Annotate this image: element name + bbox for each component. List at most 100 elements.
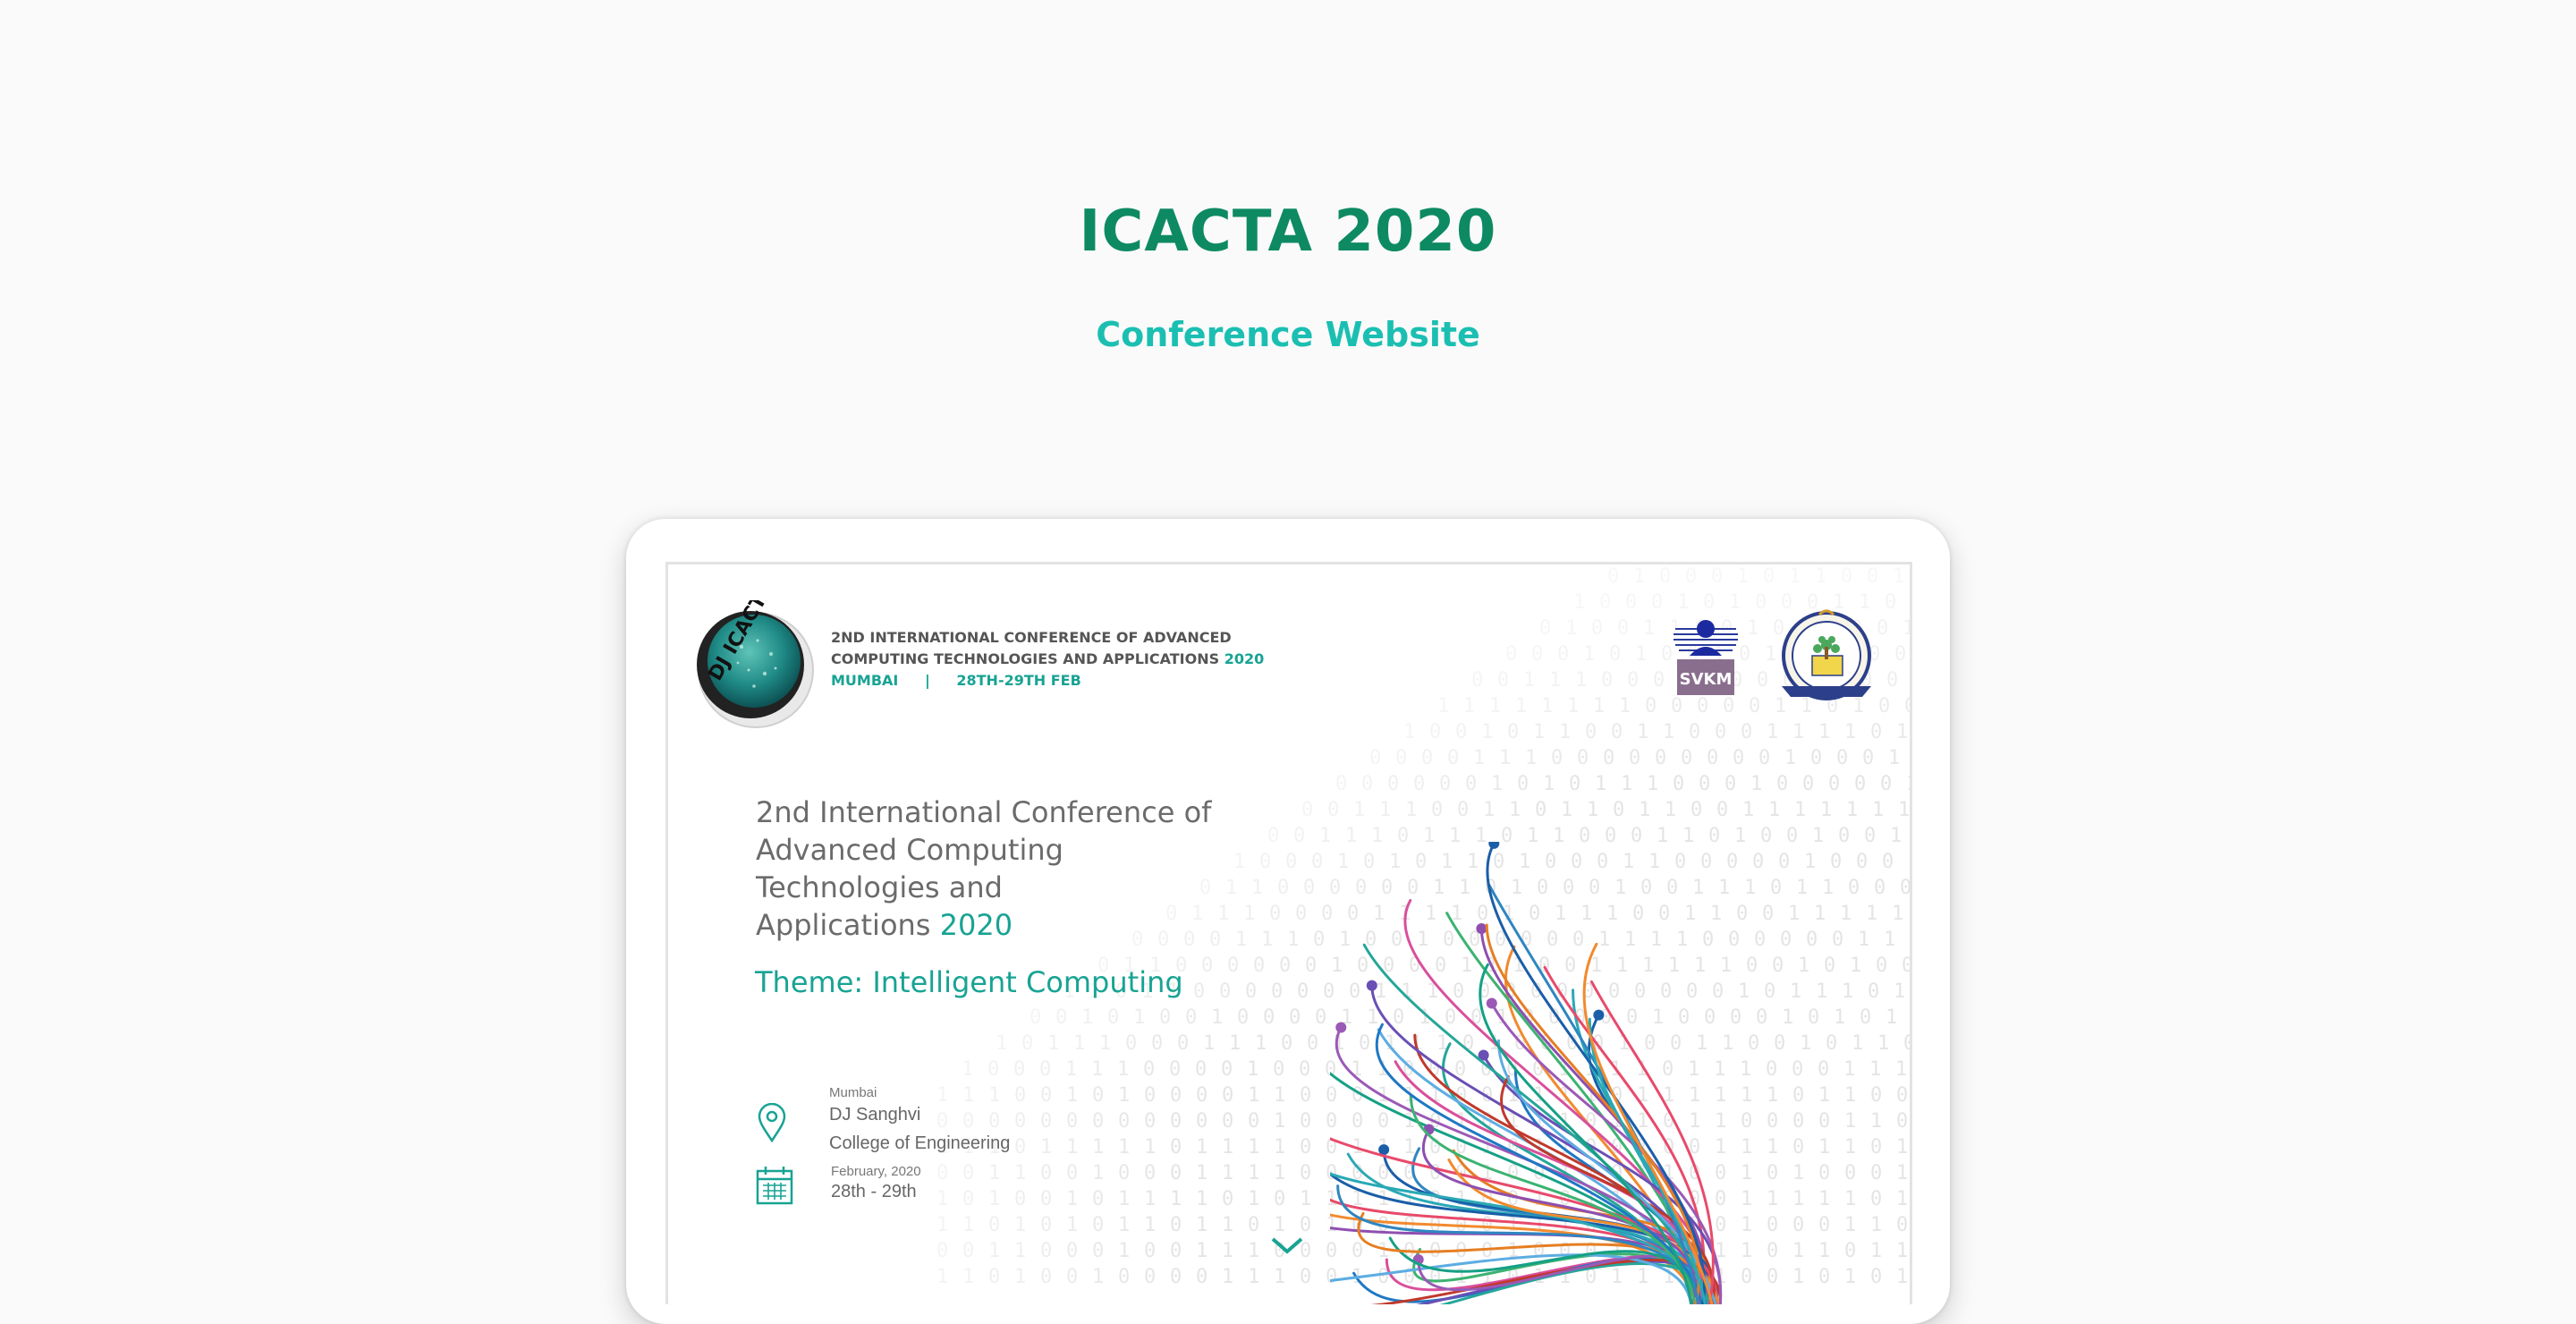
binary-digit: 0 [1267, 825, 1279, 847]
binary-digit: 1 [1118, 1188, 1130, 1210]
binary-digit: 1 [1499, 747, 1511, 769]
binary-digit: 1 [1768, 799, 1780, 821]
binary-digit: 0 [1651, 591, 1663, 614]
binary-digit: 1 [1248, 1240, 1259, 1262]
tree-node [1486, 997, 1497, 1009]
binary-digit: 1 [1405, 799, 1417, 821]
date-month: February, 2020 [831, 1164, 921, 1179]
binary-digit: 1 [1196, 1240, 1208, 1262]
binary-digit: 0 [1118, 1110, 1130, 1133]
binary-digit: 0 [1143, 1058, 1155, 1081]
binary-digit: 0 [1222, 1084, 1233, 1107]
binary-digit: 1 [1081, 1006, 1093, 1029]
binary-digit: 0 [1144, 1084, 1156, 1107]
binary-digit: 0 [1277, 877, 1289, 899]
binary-digit: 0 [1170, 1266, 1182, 1288]
binary-digit: 0 [1307, 1032, 1318, 1055]
binary-digit: 0 [1841, 565, 1852, 588]
binary-digit: 0 [1715, 721, 1726, 743]
binary-digit: 1 [1222, 1266, 1233, 1288]
binary-digit: 1 [962, 1266, 974, 1288]
binary-digit: 1 [1750, 773, 1762, 795]
binary-digit: 1 [1747, 617, 1758, 640]
binary-digit: 1 [1222, 1136, 1233, 1158]
binary-digit: 0 [1222, 1188, 1233, 1210]
binary-digit: 1 [1047, 1032, 1059, 1055]
binary-digit: 0 [1685, 565, 1697, 588]
binary-digit: 1 [1639, 799, 1650, 821]
header-separator: | [924, 672, 930, 689]
binary-digit: 1 [1073, 1032, 1085, 1055]
binary-digit: 0 [1741, 721, 1752, 743]
tree-node [1366, 980, 1377, 991]
binary-digit: 1 [1274, 1110, 1285, 1133]
binary-digit: 0 [1279, 955, 1291, 977]
binary-digit: 0 [1609, 643, 1621, 666]
binary-digit: 0 [1707, 747, 1718, 769]
binary-digit: 0 [1245, 980, 1257, 1003]
binary-digit: 0 [1421, 747, 1433, 769]
binary-digit: 1 [1274, 1084, 1285, 1107]
binary-digit: 0 [1854, 773, 1866, 795]
binary-digit: 0 [1170, 1240, 1182, 1262]
binary-digit: 1 [1261, 929, 1273, 951]
binary-digit: 0 [1196, 1110, 1208, 1133]
binary-digit: 0 [1253, 955, 1265, 977]
header-city: MUMBAI [831, 672, 899, 689]
dj-icacta-logo[interactable]: DJ ICACTA [686, 579, 820, 734]
binary-digit: 0 [1219, 980, 1231, 1003]
binary-digit: 0 [1274, 1188, 1285, 1210]
binary-digit: 0 [1263, 1006, 1275, 1029]
binary-digit: 1 [1543, 773, 1555, 795]
binary-digit: 1 [1481, 721, 1493, 743]
binary-digit: 1 [1575, 669, 1587, 692]
binary-digit: 1 [1902, 617, 1910, 640]
college-seal-logo[interactable] [1773, 609, 1889, 708]
binary-digit: 1 [1587, 799, 1598, 821]
binary-digit: 0 [1066, 1240, 1078, 1262]
scroll-down-chevron-icon[interactable] [1269, 1234, 1305, 1261]
binary-digit: 0 [1655, 747, 1666, 769]
binary-digit: 1 [1820, 799, 1832, 821]
binary-digit: 0 [1195, 1058, 1207, 1081]
binary-digit: 0 [1300, 1162, 1311, 1184]
binary-digit: 1 [1437, 695, 1449, 717]
binary-digit: 1 [1144, 1188, 1156, 1210]
binary-digit: 0 [1776, 773, 1788, 795]
binary-digit: 1 [1203, 1032, 1215, 1055]
venue-city: Mumbai [829, 1085, 877, 1100]
binary-digit: 0 [1758, 747, 1770, 769]
binary-digit: 0 [1724, 773, 1736, 795]
binary-digit: 1 [1815, 565, 1826, 588]
title-line-4-text: Applications [756, 908, 931, 942]
binary-digit: 1 [1463, 695, 1475, 717]
binary-digit: 1 [1196, 1188, 1208, 1210]
tree-node [1593, 1009, 1605, 1021]
binary-digit: 1 [1196, 1214, 1208, 1236]
binary-digit: 1 [1737, 565, 1749, 588]
binary-digit: 0 [1313, 929, 1325, 951]
binary-digit: 0 [1659, 565, 1671, 588]
binary-digit: 0 [1551, 747, 1563, 769]
binary-digit: 1 [1896, 721, 1908, 743]
binary-digit: 0 [1894, 643, 1906, 666]
binary-digit: 0 [1455, 721, 1467, 743]
binary-digit: 0 [1497, 669, 1509, 692]
binary-digit: 0 [1295, 903, 1307, 925]
binary-digit: 1 [1489, 695, 1501, 717]
header-line-2: COMPUTING TECHNOLOGIES AND APPLICATIONS … [831, 649, 1264, 670]
binary-digit: 0 [1196, 1084, 1208, 1107]
binary-digit: 1 [1092, 1266, 1104, 1288]
binary-digit: 0 [1673, 773, 1684, 795]
binary-digit: 0 [1303, 877, 1315, 899]
binary-digit: 1 [1784, 747, 1796, 769]
binary-digit: 1 [1635, 643, 1647, 666]
venue-line-1: DJ Sanghvi [829, 1105, 921, 1125]
binary-digit: 1 [1533, 721, 1545, 743]
binary-digit: 0 [962, 1240, 974, 1262]
binary-digit: 0 [1645, 695, 1657, 717]
binary-digit: 1 [1287, 929, 1299, 951]
title-year: 2020 [939, 908, 1013, 942]
binary-digit: 0 [1092, 1240, 1104, 1262]
svkm-logo[interactable]: SVKM [1670, 611, 1741, 700]
